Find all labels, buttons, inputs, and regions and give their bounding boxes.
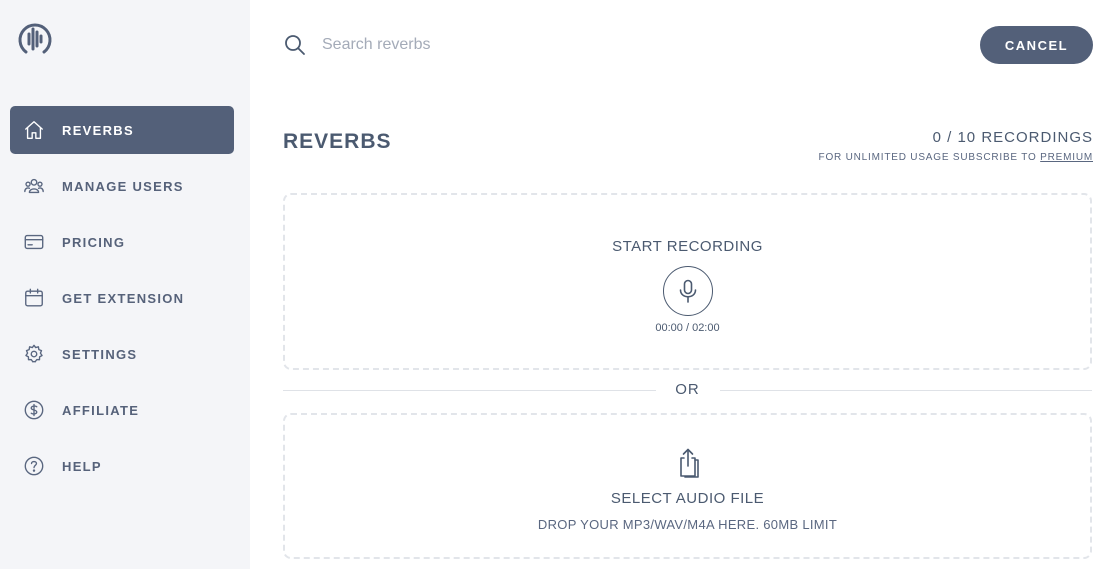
credit-card-icon — [22, 230, 46, 254]
sidebar-item-label: GET EXTENSION — [62, 290, 185, 306]
microphone-icon — [679, 279, 697, 303]
sidebar: REVERBS MANAGE USERS PRICING GET EXTENSI… — [0, 0, 250, 569]
calendar-icon — [22, 286, 46, 310]
or-divider: OR — [283, 380, 1092, 400]
upload-dropzone[interactable]: SELECT AUDIO FILE DROP YOUR MP3/WAV/M4A … — [283, 413, 1092, 559]
cancel-button[interactable]: CANCEL — [980, 26, 1093, 64]
sidebar-item-label: HELP — [62, 458, 102, 474]
sidebar-item-label: SETTINGS — [62, 346, 138, 362]
soundwave-logo-icon[interactable] — [16, 20, 54, 58]
sidebar-item-help[interactable]: HELP — [10, 442, 234, 490]
sidebar-item-reverbs[interactable]: REVERBS — [10, 106, 234, 154]
subscribe-note-text: FOR UNLIMITED USAGE SUBSCRIBE TO — [818, 152, 1041, 163]
search-input[interactable] — [322, 30, 882, 60]
subscribe-note: FOR UNLIMITED USAGE SUBSCRIBE TO PREMIUM — [819, 152, 1093, 163]
sidebar-item-affiliate[interactable]: AFFILIATE — [10, 386, 234, 434]
sidebar-item-label: REVERBS — [62, 122, 134, 138]
premium-link[interactable]: PREMIUM — [1040, 152, 1093, 163]
recording-count: 0 / 10 RECORDINGS — [932, 129, 1093, 146]
upload-hint: DROP YOUR MP3/WAV/M4A HERE. 60MB LIMIT — [537, 517, 838, 532]
sidebar-item-label: PRICING — [62, 234, 126, 250]
sidebar-item-label: MANAGE USERS — [62, 178, 184, 194]
select-audio-file-title[interactable]: SELECT AUDIO FILE — [285, 490, 1090, 507]
gear-icon — [22, 342, 46, 366]
record-button[interactable] — [663, 266, 713, 316]
recording-timer: 00:00 / 02:00 — [655, 322, 720, 334]
home-icon — [22, 118, 46, 142]
divider-line-right — [720, 390, 1092, 391]
dollar-icon — [22, 398, 46, 422]
upload-icon — [675, 447, 703, 479]
start-recording-title: START RECORDING — [612, 238, 763, 255]
page-title: REVERBS — [283, 130, 392, 153]
search-icon[interactable] — [284, 34, 306, 56]
sidebar-nav: REVERBS MANAGE USERS PRICING GET EXTENSI… — [10, 106, 234, 498]
recording-panel: START RECORDING 00:00 / 02:00 — [283, 193, 1092, 370]
help-icon — [22, 454, 46, 478]
sidebar-item-manage-users[interactable]: MANAGE USERS — [10, 162, 234, 210]
sidebar-item-label: AFFILIATE — [62, 402, 140, 418]
sidebar-item-get-extension[interactable]: GET EXTENSION — [10, 274, 234, 322]
users-icon — [22, 174, 46, 198]
sidebar-item-settings[interactable]: SETTINGS — [10, 330, 234, 378]
sidebar-item-pricing[interactable]: PRICING — [10, 218, 234, 266]
